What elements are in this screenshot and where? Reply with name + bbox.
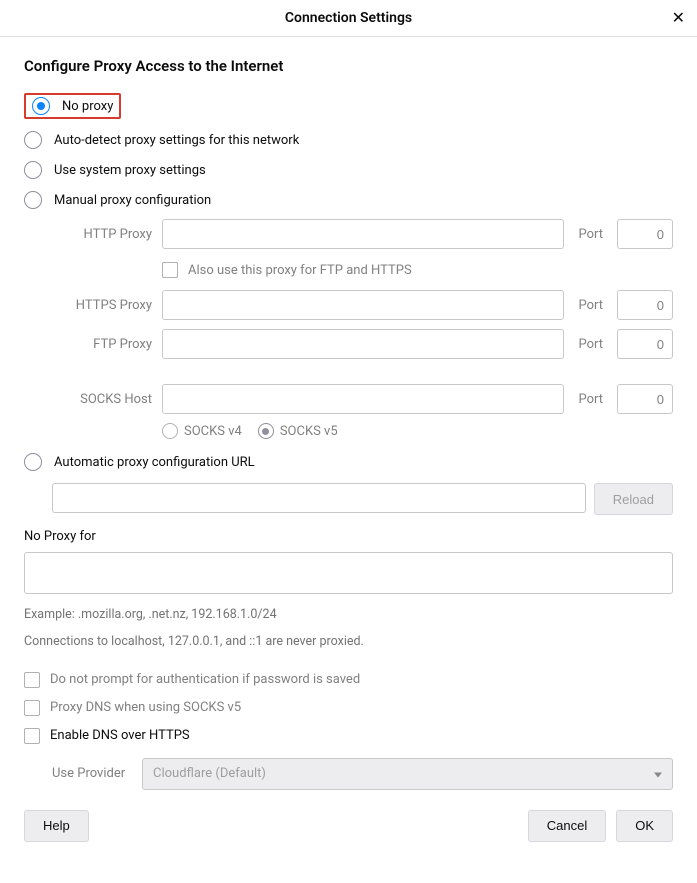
radio-system[interactable] xyxy=(24,161,42,179)
radio-auto-url[interactable] xyxy=(24,453,42,471)
dialog-body: Configure Proxy Access to the Internet N… xyxy=(0,37,697,858)
https-port-label: Port xyxy=(578,298,603,313)
socks-v5-option[interactable]: SOCKS v5 xyxy=(258,423,338,439)
radio-row-auto-detect[interactable]: Auto-detect proxy settings for this netw… xyxy=(24,125,673,155)
footer-right: Cancel OK xyxy=(528,810,673,842)
radio-row-system[interactable]: Use system proxy settings xyxy=(24,155,673,185)
enable-doh-label: Enable DNS over HTTPS xyxy=(50,728,190,743)
radio-socks-v4[interactable] xyxy=(162,423,178,439)
socks-port-input[interactable] xyxy=(617,384,673,414)
no-prompt-label: Do not prompt for authentication if pass… xyxy=(50,672,360,687)
also-use-checkbox[interactable] xyxy=(162,262,178,278)
socks-v4-option[interactable]: SOCKS v4 xyxy=(162,423,242,439)
ftp-proxy-input[interactable] xyxy=(162,329,564,359)
socks-v4-label: SOCKS v4 xyxy=(184,424,242,439)
provider-value: Cloudflare (Default) xyxy=(153,766,266,781)
proxy-dns-checkbox[interactable] xyxy=(24,700,40,716)
radio-auto-detect[interactable] xyxy=(24,131,42,149)
https-port-input[interactable] xyxy=(617,290,673,320)
https-proxy-input[interactable] xyxy=(162,290,564,320)
radio-label-auto-url: Automatic proxy configuration URL xyxy=(54,455,255,470)
radio-label-system: Use system proxy settings xyxy=(54,163,206,178)
dialog-title: Connection Settings xyxy=(285,10,412,26)
ok-button[interactable]: OK xyxy=(616,810,673,842)
ftp-port-input[interactable] xyxy=(617,329,673,359)
no-proxy-example: Example: .mozilla.org, .net.nz, 192.168.… xyxy=(24,606,673,625)
socks-port-label: Port xyxy=(578,392,603,407)
https-proxy-row: HTTPS Proxy Port xyxy=(52,290,673,320)
radio-label-auto-detect: Auto-detect proxy settings for this netw… xyxy=(54,133,299,148)
enable-doh-checkbox[interactable] xyxy=(24,728,40,744)
radio-no-proxy[interactable] xyxy=(32,97,50,115)
radio-label-manual: Manual proxy configuration xyxy=(54,193,211,208)
dialog-header: Connection Settings ✕ xyxy=(0,0,697,37)
ftp-port-label: Port xyxy=(578,337,603,352)
dialog-footer: Help Cancel OK xyxy=(24,810,673,842)
socks-v5-label: SOCKS v5 xyxy=(280,424,338,439)
radio-row-manual[interactable]: Manual proxy configuration xyxy=(24,185,673,215)
radio-socks-v5[interactable] xyxy=(258,423,274,439)
no-proxy-note: Connections to localhost, 127.0.0.1, and… xyxy=(24,633,673,652)
provider-label: Use Provider xyxy=(52,766,132,781)
section-heading: Configure Proxy Access to the Internet xyxy=(24,57,673,75)
radio-manual[interactable] xyxy=(24,191,42,209)
socks-host-label: SOCKS Host xyxy=(52,392,152,407)
manual-proxy-config: HTTP Proxy Port Also use this proxy for … xyxy=(52,219,673,439)
http-proxy-input[interactable] xyxy=(162,219,564,249)
radio-row-no-proxy[interactable]: No proxy xyxy=(24,87,673,125)
help-button[interactable]: Help xyxy=(24,810,89,842)
provider-select[interactable]: Cloudflare (Default) xyxy=(142,758,673,790)
enable-doh-row[interactable]: Enable DNS over HTTPS xyxy=(24,722,673,750)
cancel-button[interactable]: Cancel xyxy=(528,810,606,842)
no-prompt-row[interactable]: Do not prompt for authentication if pass… xyxy=(24,666,673,694)
also-use-label: Also use this proxy for FTP and HTTPS xyxy=(188,263,412,278)
auto-url-input[interactable] xyxy=(52,483,586,513)
reload-button[interactable]: Reload xyxy=(594,483,673,515)
http-port-input[interactable] xyxy=(617,219,673,249)
socks-version-row: SOCKS v4 SOCKS v5 xyxy=(162,423,673,439)
proxy-dns-label: Proxy DNS when using SOCKS v5 xyxy=(50,700,241,715)
socks-host-input[interactable] xyxy=(162,384,564,414)
also-use-row[interactable]: Also use this proxy for FTP and HTTPS xyxy=(162,258,673,282)
http-proxy-label: HTTP Proxy xyxy=(52,227,152,242)
auto-url-row: Reload xyxy=(52,483,673,515)
ftp-proxy-row: FTP Proxy Port xyxy=(52,329,673,359)
proxy-dns-row[interactable]: Proxy DNS when using SOCKS v5 xyxy=(24,694,673,722)
radio-row-auto-url[interactable]: Automatic proxy configuration URL xyxy=(24,447,673,477)
no-proxy-for-textarea[interactable] xyxy=(24,552,673,594)
provider-row: Use Provider Cloudflare (Default) xyxy=(52,758,673,790)
no-proxy-for-label: No Proxy for xyxy=(24,529,673,544)
socks-host-row: SOCKS Host Port xyxy=(52,384,673,414)
options-block: Do not prompt for authentication if pass… xyxy=(24,666,673,790)
ftp-proxy-label: FTP Proxy xyxy=(52,337,152,352)
radio-label-no-proxy: No proxy xyxy=(62,99,113,114)
http-proxy-row: HTTP Proxy Port xyxy=(52,219,673,249)
https-proxy-label: HTTPS Proxy xyxy=(52,298,152,313)
http-port-label: Port xyxy=(578,227,603,242)
highlight-selected: No proxy xyxy=(24,93,121,119)
close-icon[interactable]: ✕ xyxy=(672,8,685,28)
no-prompt-checkbox[interactable] xyxy=(24,672,40,688)
